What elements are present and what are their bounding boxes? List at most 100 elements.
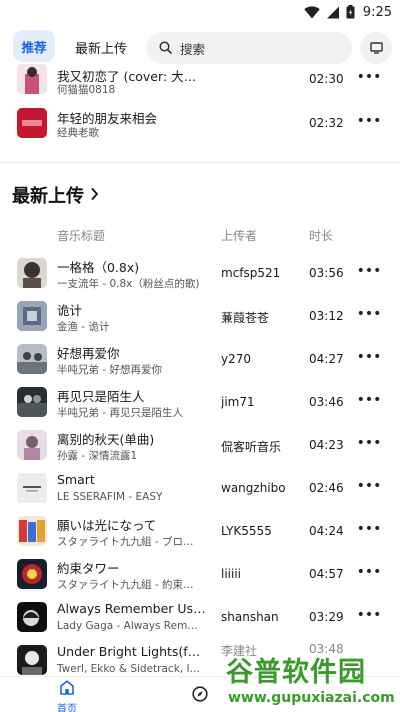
song-subtitle: 一支流年 - 0.8x（粉丝点的歌) xyxy=(57,278,200,290)
more-options-button[interactable]: ••• xyxy=(357,520,382,538)
table-row[interactable]: 約束タワー スタァライト九九組 - 約束タ... liiiii 04:57 ••… xyxy=(0,553,400,595)
more-options-button[interactable]: ••• xyxy=(357,434,382,452)
song-duration: 04:23 xyxy=(309,438,344,452)
song-subtitle: 经典老歌 xyxy=(57,127,99,139)
more-options-button[interactable]: ••• xyxy=(357,68,382,86)
song-subtitle: LE SSERAFIM - EASY xyxy=(57,491,163,503)
table-row[interactable]: Under Bright Lights(fea... Twerl, Ekko &… xyxy=(0,639,400,681)
tab-latest-upload[interactable]: 最新上传 xyxy=(75,38,127,57)
album-cover xyxy=(17,516,47,546)
status-bar: 9:25 xyxy=(0,0,400,24)
song-title: 离别的秋天(单曲) xyxy=(57,432,155,447)
song-subtitle: 半吨兄弟 - 好想再爱你 xyxy=(57,364,162,376)
more-icon: ••• xyxy=(356,607,382,623)
list-item[interactable]: 年轻的朋友来相会 经典老歌 02:32 ••• xyxy=(0,101,400,143)
more-options-button[interactable]: ••• xyxy=(357,391,382,409)
more-icon: ••• xyxy=(356,349,382,365)
song-uploader: shanshan xyxy=(221,610,279,624)
song-uploader: 李建社 xyxy=(221,644,258,658)
album-cover xyxy=(17,258,47,288)
table-row[interactable]: 願いは光になって スタァライト九九組 - ブロロ... LYK5555 04:2… xyxy=(0,510,400,552)
song-duration: 04:24 xyxy=(309,524,344,538)
song-subtitle: 何猫猫0818 xyxy=(57,84,116,96)
album-cover xyxy=(17,473,47,503)
song-uploader: wangzhibo xyxy=(221,481,286,495)
table-row[interactable]: Smart LE SSERAFIM - EASY wangzhibo 02:46… xyxy=(0,467,400,509)
more-options-button[interactable]: ••• xyxy=(357,305,382,323)
table-row[interactable]: 诡计 金渔 - 诡计 蒹葭苍苍 03:12 ••• xyxy=(0,295,400,337)
column-header-duration: 时长 xyxy=(309,229,334,243)
more-options-button[interactable]: ••• xyxy=(357,606,382,624)
song-subtitle: 孙露 - 深情流露1 xyxy=(57,450,138,462)
album-cover xyxy=(17,559,47,589)
song-subtitle: 半吨兄弟 - 再见只是陌生人 xyxy=(57,407,183,419)
album-cover xyxy=(17,344,47,374)
song-subtitle: スタァライト九九組 - ブロロ... xyxy=(57,536,202,548)
more-options-button[interactable]: ••• xyxy=(357,262,382,280)
table-row[interactable]: Always Remember Us T... Lady Gaga - Alwa… xyxy=(0,596,400,638)
song-title: 願いは光になって xyxy=(57,518,157,533)
song-title: Smart xyxy=(57,472,95,487)
home-icon xyxy=(59,680,75,699)
song-duration: 04:27 xyxy=(309,352,344,366)
song-title: 诡计 xyxy=(57,303,83,318)
song-duration: 02:46 xyxy=(309,481,344,495)
latest-upload-header[interactable]: 最新上传 xyxy=(12,182,99,208)
album-cover xyxy=(17,430,47,460)
column-header-title: 音乐标题 xyxy=(57,229,106,243)
song-subtitle: スタァライト九九組 - 約束タ... xyxy=(57,579,202,591)
song-title: 約束タワー xyxy=(57,561,120,576)
song-duration: 03:46 xyxy=(309,395,344,409)
more-options-button[interactable]: ••• xyxy=(357,348,382,366)
section-title: 最新上传 xyxy=(12,186,84,207)
nav-home-label: 首页 xyxy=(57,704,77,712)
more-icon: ••• xyxy=(356,564,382,580)
song-duration: 02:32 xyxy=(309,116,344,130)
more-icon: ••• xyxy=(356,435,382,451)
song-uploader: LYK5555 xyxy=(221,524,272,538)
album-cover xyxy=(17,64,47,94)
song-duration: 03:29 xyxy=(309,610,344,624)
nav-discover[interactable] xyxy=(192,686,208,706)
album-cover xyxy=(17,602,47,632)
song-duration: 03:48 xyxy=(309,642,344,656)
song-duration: 03:56 xyxy=(309,266,344,280)
search-placeholder: 搜索 xyxy=(180,41,206,57)
nav-home[interactable]: 首页 xyxy=(55,680,79,712)
table-row[interactable]: 好想再爱你 半吨兄弟 - 好想再爱你 y270 04:27 ••• xyxy=(0,338,400,380)
song-uploader: 侃客听音乐 xyxy=(221,440,282,454)
table-row[interactable]: 离别的秋天(单曲) 孙露 - 深情流露1 侃客听音乐 04:23 ••• xyxy=(0,424,400,466)
song-duration: 04:57 xyxy=(309,567,344,581)
song-uploader: liiiii xyxy=(221,567,242,581)
song-title: Under Bright Lights(fea... xyxy=(57,644,207,659)
song-title: Always Remember Us T... xyxy=(57,601,207,616)
album-cover xyxy=(17,301,47,331)
table-row[interactable]: 再见只是陌生人 半吨兄弟 - 再见只是陌生人 jim71 03:46 ••• xyxy=(0,381,400,423)
song-subtitle: Twerl, Ekko & Sidetrack, Ind... xyxy=(57,663,202,675)
list-item[interactable]: 我又初恋了 (cover: 大躺少女10 ... 何猫猫0818 02:30 •… xyxy=(0,58,400,100)
bottom-nav: 首页 xyxy=(0,676,400,712)
wifi-icon xyxy=(304,5,320,19)
song-uploader: y270 xyxy=(221,352,252,366)
more-icon: ••• xyxy=(356,478,382,494)
more-icon: ••• xyxy=(356,392,382,408)
clock: 9:25 xyxy=(362,4,392,20)
song-uploader: 蒹葭苍苍 xyxy=(221,311,270,325)
more-options-button[interactable]: ••• xyxy=(357,563,382,581)
song-subtitle: Lady Gaga - Always Remem... xyxy=(57,620,202,632)
album-cover xyxy=(17,645,47,675)
more-options-button[interactable]: ••• xyxy=(357,477,382,495)
more-icon: ••• xyxy=(356,263,382,279)
table-row[interactable]: 一格格（0.8x) 一支流年 - 0.8x（粉丝点的歌) mcfsp521 03… xyxy=(0,252,400,294)
compass-icon xyxy=(192,686,208,706)
more-options-button[interactable]: ••• xyxy=(357,112,382,130)
more-icon: ••• xyxy=(356,69,382,85)
album-cover xyxy=(17,387,47,417)
song-uploader: mcfsp521 xyxy=(221,266,281,280)
song-uploader: jim71 xyxy=(221,395,255,409)
column-header-uploader: 上传者 xyxy=(221,229,258,243)
song-subtitle: 金渔 - 诡计 xyxy=(57,321,110,333)
more-icon: ••• xyxy=(356,113,382,129)
battery-icon xyxy=(346,5,355,19)
song-title: 好想再爱你 xyxy=(57,346,120,361)
